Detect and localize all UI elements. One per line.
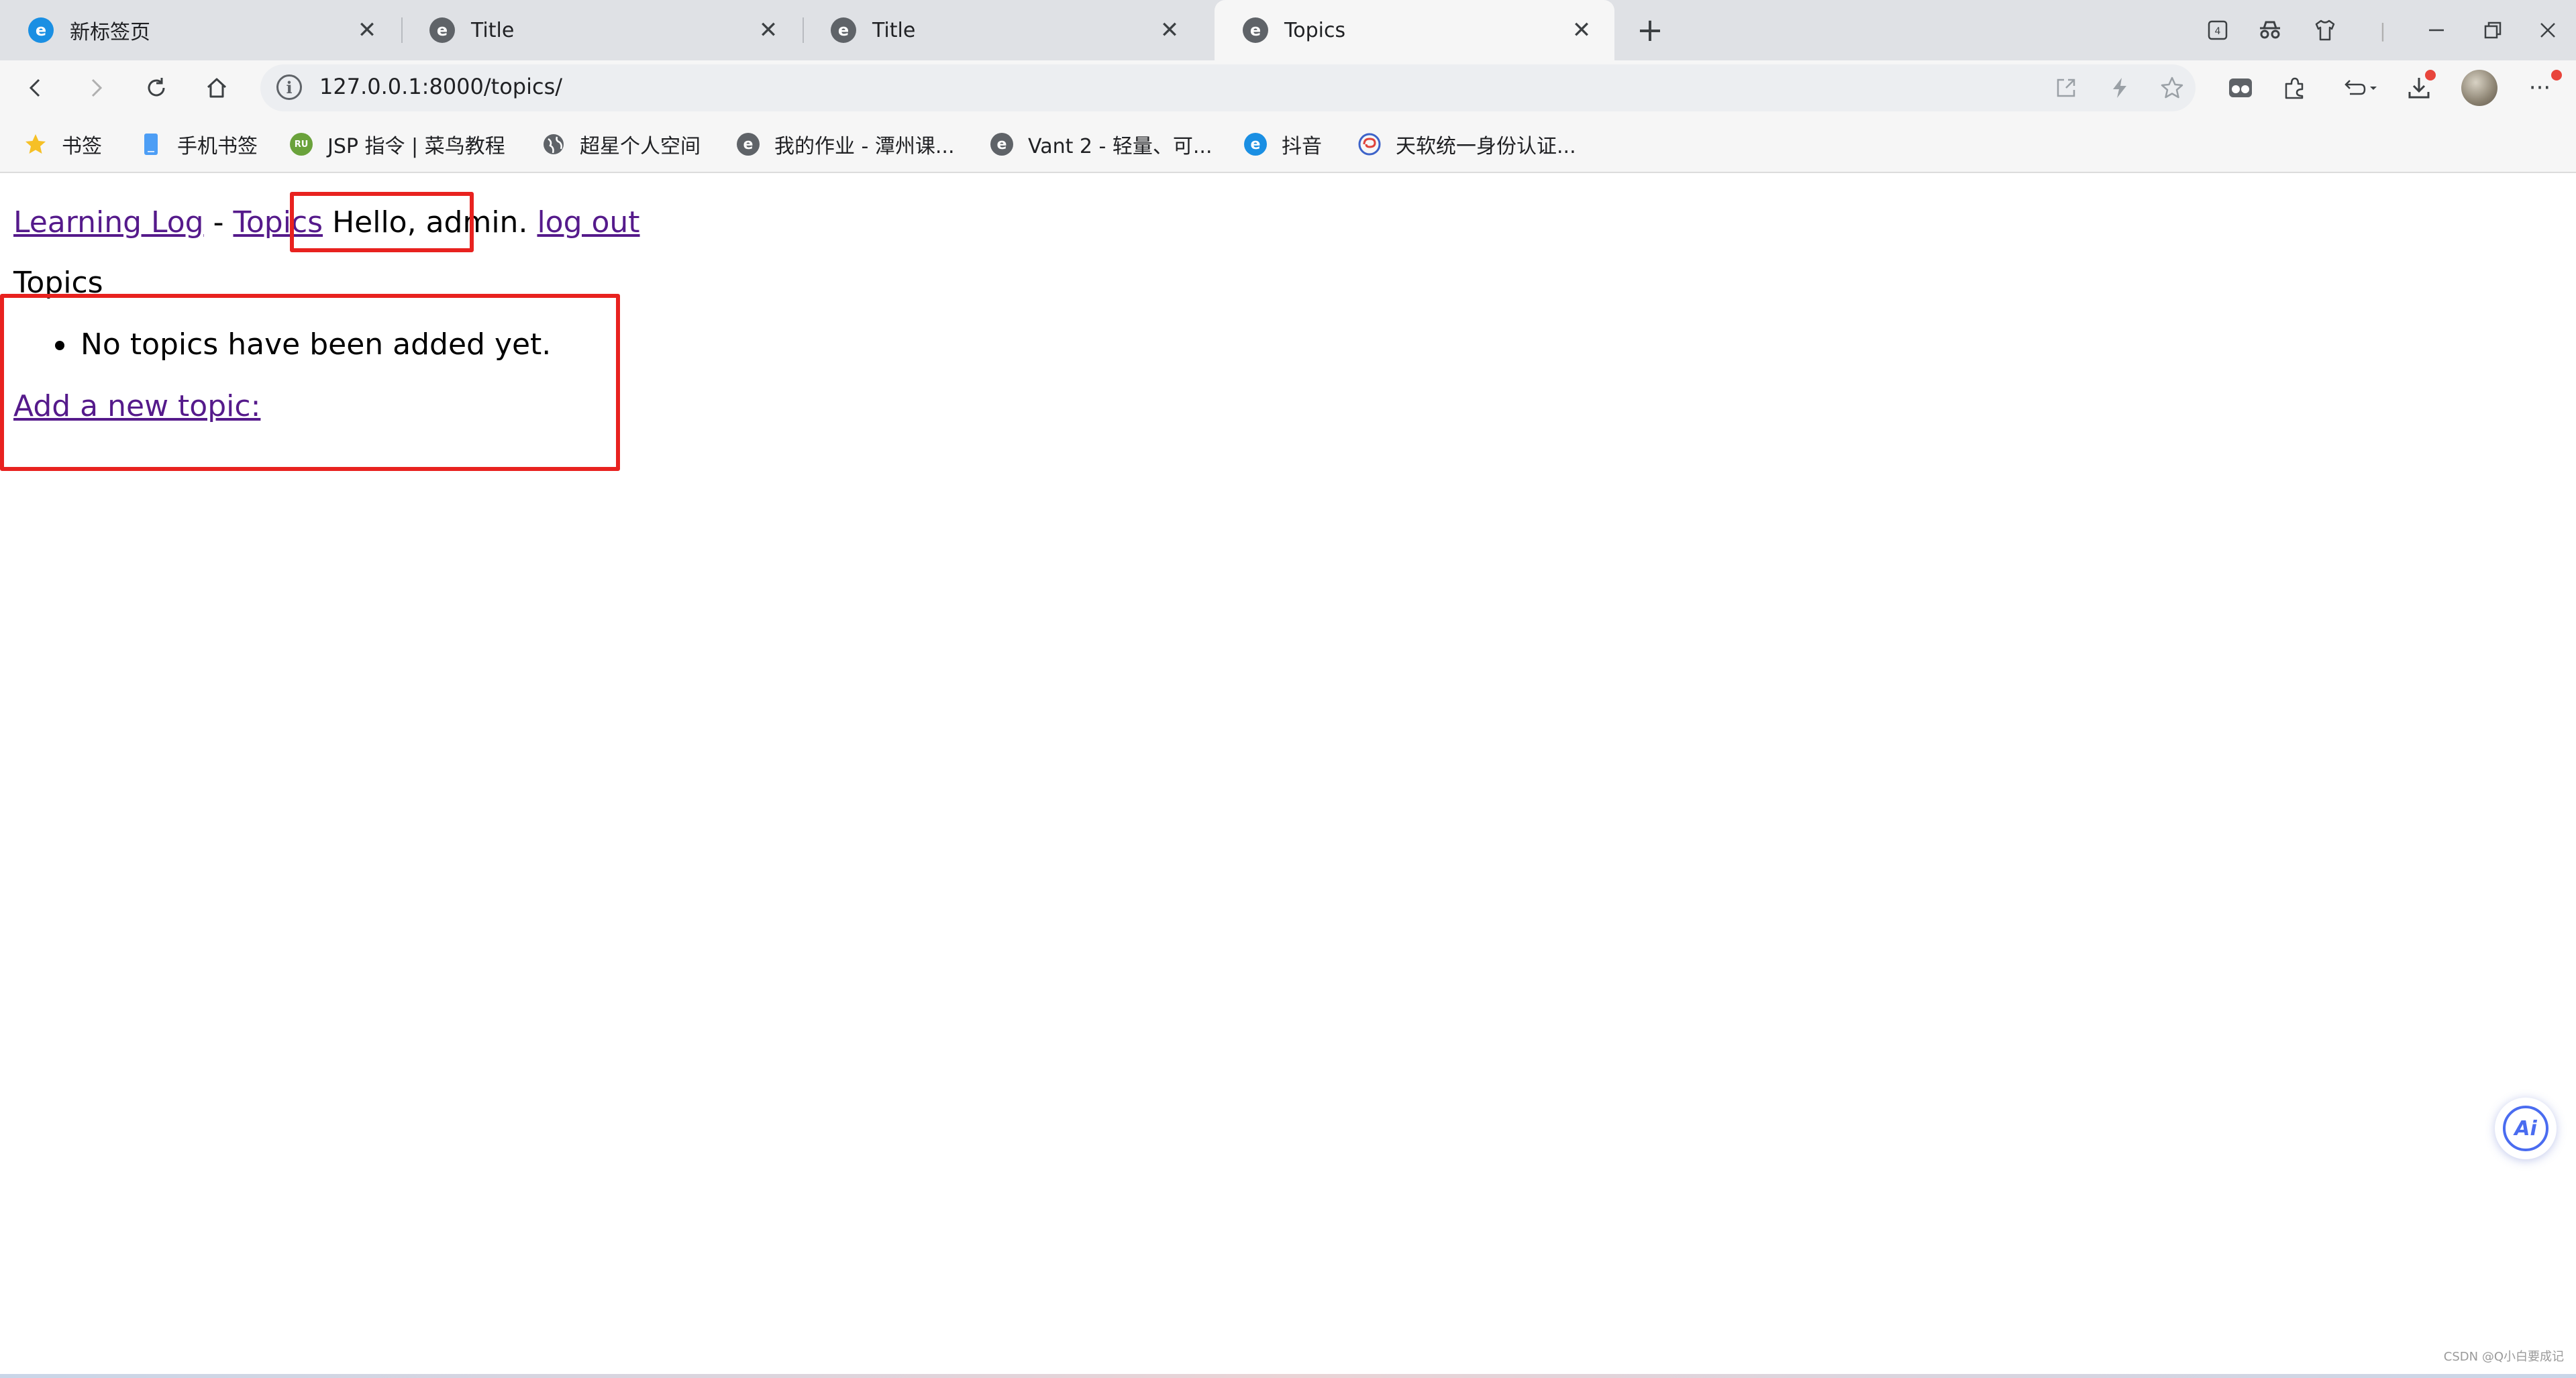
workspaces-icon[interactable]: 4 (2197, 9, 2238, 51)
edge-icon: e (28, 17, 54, 43)
bookmarks-bar: 书签 手机书签 RU JSP 指令 | 菜鸟教程 超星个人空间 e 我的作业 -… (0, 115, 2576, 173)
reload-button[interactable] (134, 66, 178, 110)
edge-icon: e (990, 133, 1013, 156)
download-badge (2425, 70, 2436, 81)
minimize-icon[interactable] (2416, 9, 2457, 51)
edge-icon: e (1244, 133, 1267, 156)
window-close-icon[interactable] (2527, 9, 2569, 51)
extensions-icon[interactable] (2273, 67, 2315, 109)
history-undo-icon[interactable] (2332, 67, 2386, 109)
site-info-icon[interactable]: i (276, 74, 302, 100)
phone-icon (140, 133, 162, 156)
bookmark-item[interactable]: 手机书签 (140, 127, 258, 161)
forward-button[interactable] (74, 66, 118, 110)
bookmark-item[interactable]: 书签 (24, 127, 102, 161)
restore-icon[interactable] (2472, 9, 2514, 51)
annotation-box-topics (0, 294, 620, 471)
tab-new-tab-page[interactable]: e 新标签页 ✕ (0, 0, 400, 60)
bookmark-item[interactable]: 天软统一身份认证... (1358, 127, 1576, 161)
edge-icon: e (831, 17, 856, 43)
favorite-star-icon[interactable] (2155, 71, 2189, 105)
edge-icon: e (429, 17, 455, 43)
tab-title: 新标签页 (70, 21, 150, 44)
swirl-icon (1358, 133, 1381, 156)
bookmark-item[interactable]: 超星个人空间 (542, 127, 701, 161)
tab-topics[interactable]: e Topics ✕ (1215, 0, 1614, 60)
url-text[interactable]: 127.0.0.1:8000/topics/ (319, 74, 562, 99)
edge-icon: e (737, 133, 760, 156)
toolbar-divider: | (2379, 19, 2386, 42)
close-icon[interactable]: ✕ (753, 15, 784, 46)
globe-icon (542, 133, 565, 156)
tab-title: Title (471, 18, 515, 42)
page-content: Learning Log - Topics Hello, admin. log … (0, 173, 2576, 1367)
incognito-icon[interactable] (2249, 9, 2291, 51)
star-icon (24, 133, 47, 156)
home-button[interactable] (195, 66, 239, 110)
svg-text:4: 4 (2215, 26, 2221, 37)
close-icon[interactable]: ✕ (1566, 15, 1597, 46)
tab-title-2[interactable]: e Title ✕ (803, 0, 1202, 60)
shirt-icon[interactable] (2304, 9, 2346, 51)
address-bar[interactable]: i 127.0.0.1:8000/topics/ (260, 64, 2196, 111)
tab-title: Topics (1284, 18, 1346, 42)
browser-toolbar: i 127.0.0.1:8000/topics/ ··· (0, 60, 2576, 115)
back-button[interactable] (13, 66, 58, 110)
tab-strip: e 新标签页 ✕ e Title ✕ e Title ✕ e Topics ✕ … (0, 0, 2576, 60)
lightning-icon[interactable] (2103, 71, 2136, 105)
tab-title: Title (872, 18, 916, 42)
close-icon[interactable]: ✕ (352, 15, 382, 46)
window-bottom-edge (0, 1374, 2576, 1378)
share-icon[interactable] (2049, 71, 2083, 105)
bookmark-item[interactable]: e 抖音 (1244, 127, 1322, 161)
bookmark-item[interactable]: e 我的作业 - 潭州课... (737, 127, 955, 161)
ai-assistant-button[interactable]: Ai (2495, 1098, 2557, 1159)
collections-icon[interactable] (2220, 67, 2261, 109)
runoob-icon: RU (290, 133, 313, 156)
close-icon[interactable]: ✕ (1154, 15, 1185, 46)
annotation-box-greeting (290, 192, 474, 252)
bookmark-item[interactable]: RU JSP 指令 | 菜鸟教程 (290, 127, 505, 161)
tab-title-1[interactable]: e Title ✕ (401, 0, 801, 60)
learning-log-link[interactable]: Learning Log (13, 205, 204, 240)
header-separator: - (213, 205, 224, 240)
bookmark-item[interactable]: e Vant 2 - 轻量、可... (990, 127, 1212, 161)
avatar[interactable] (2461, 70, 2497, 106)
watermark: CSDN @Q小白要成记 (2443, 1350, 2564, 1364)
new-tab-button[interactable]: + (1629, 9, 1671, 51)
edge-icon: e (1243, 17, 1268, 43)
ai-icon: Ai (2503, 1106, 2548, 1151)
logout-link[interactable]: log out (537, 205, 639, 240)
settings-badge (2551, 70, 2562, 81)
